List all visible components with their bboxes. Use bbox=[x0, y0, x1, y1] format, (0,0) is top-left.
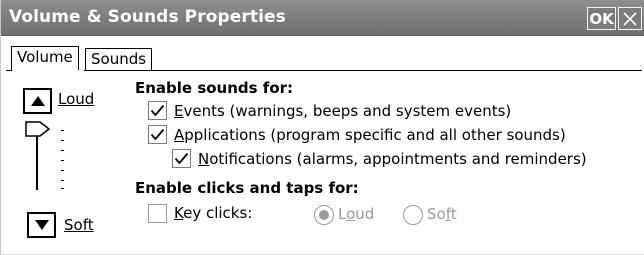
title-bar[interactable]: Volume & Sounds Properties OK bbox=[1, 0, 644, 36]
radio-selected-dot bbox=[319, 210, 329, 220]
triangle-up-icon bbox=[30, 96, 45, 106]
slider-tick bbox=[61, 140, 64, 141]
notifications-checkbox[interactable] bbox=[172, 149, 191, 168]
slider-tick bbox=[61, 150, 64, 151]
volume-slider-track[interactable] bbox=[36, 128, 38, 190]
enable-sounds-heading: Enable sounds for: bbox=[135, 79, 294, 97]
soft-radio[interactable] bbox=[403, 205, 423, 225]
loud-label: Loud bbox=[58, 90, 95, 108]
volume-up-button[interactable] bbox=[23, 88, 52, 114]
volume-sounds-window: Volume & Sounds Properties OK Volume Sou… bbox=[0, 0, 644, 255]
close-icon bbox=[623, 11, 637, 26]
key-clicks-checkbox[interactable] bbox=[148, 204, 167, 223]
slider-tick bbox=[61, 170, 64, 171]
window-title: Volume & Sounds Properties bbox=[9, 7, 286, 27]
slider-tick bbox=[61, 130, 64, 131]
tab-divider bbox=[6, 70, 642, 71]
notifications-label[interactable]: Notifications (alarms, appointments and … bbox=[198, 150, 587, 168]
tab-volume[interactable]: Volume bbox=[11, 46, 79, 71]
slider-tick bbox=[61, 188, 64, 189]
slider-tick bbox=[61, 160, 64, 161]
applications-checkbox[interactable] bbox=[148, 125, 167, 144]
checkmark-icon bbox=[150, 104, 165, 117]
slider-tick bbox=[61, 180, 64, 181]
soft-label: Soft bbox=[64, 216, 94, 234]
soft-radio-label[interactable]: Soft bbox=[427, 205, 457, 223]
close-button[interactable] bbox=[618, 7, 642, 30]
checkmark-icon bbox=[174, 152, 189, 165]
ok-button[interactable]: OK bbox=[587, 7, 616, 30]
events-label[interactable]: Events (warnings, beeps and system event… bbox=[174, 102, 511, 120]
volume-down-button[interactable] bbox=[27, 212, 56, 238]
loud-radio[interactable] bbox=[314, 205, 334, 225]
checkmark-icon bbox=[150, 128, 165, 141]
key-clicks-label[interactable]: Key clicks: bbox=[174, 204, 252, 222]
triangle-down-icon bbox=[34, 220, 49, 230]
loud-radio-label[interactable]: Loud bbox=[338, 205, 374, 223]
enable-clicks-heading: Enable clicks and taps for: bbox=[135, 179, 359, 197]
tab-sounds[interactable]: Sounds bbox=[85, 48, 153, 70]
events-checkbox[interactable] bbox=[148, 101, 167, 120]
applications-label[interactable]: Applications (program specific and all o… bbox=[174, 126, 566, 144]
volume-slider-thumb[interactable] bbox=[25, 121, 51, 137]
